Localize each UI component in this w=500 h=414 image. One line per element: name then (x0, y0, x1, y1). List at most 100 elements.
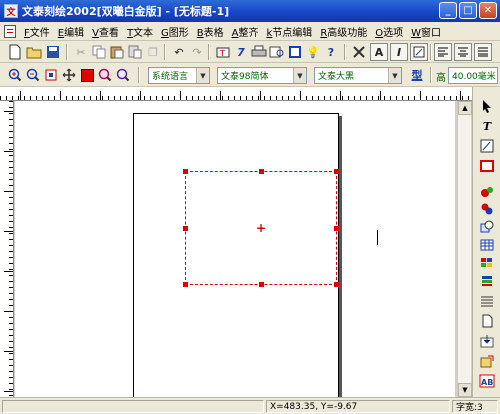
resize-handle[interactable] (183, 282, 188, 287)
text-frame-icon[interactable]: T (214, 43, 232, 61)
font-style-select[interactable]: 文泰大黑 ▼ (314, 67, 402, 84)
italic-icon[interactable]: I (390, 43, 408, 61)
abc-text-tool-icon[interactable]: AB (477, 372, 497, 390)
frame-icon[interactable] (286, 43, 304, 61)
format-toolbar: 系统语言 ▼ 文泰98简体 ▼ 文泰大黑 ▼ 型 高 40.00毫米 (0, 63, 500, 87)
resize-handle[interactable] (334, 282, 339, 287)
menu-window[interactable]: W窗口 (407, 24, 445, 39)
center-cross-icon: + (256, 221, 267, 235)
chevron-down-icon[interactable]: ▼ (293, 68, 306, 83)
align-left-icon[interactable] (434, 43, 452, 61)
copy-icon[interactable] (90, 43, 108, 61)
scroll-up-icon[interactable]: ▲ (458, 101, 472, 115)
vertical-scrollbar[interactable]: ▲ ▼ (457, 101, 472, 397)
height-input[interactable]: 40.00毫米 (448, 67, 498, 84)
color-swatch-icon[interactable] (78, 66, 96, 84)
pan-icon[interactable] (60, 66, 78, 84)
import-tool-icon[interactable] (477, 332, 497, 350)
zoom-fit-icon[interactable] (114, 66, 132, 84)
menu-file[interactable]: F文件 (20, 24, 54, 39)
chevron-down-icon[interactable]: ▼ (196, 68, 209, 83)
scroll-down-icon[interactable]: ▼ (458, 383, 472, 397)
status-bar: X=483.35, Y=-9.67 字宽:3 (0, 397, 500, 414)
undo-icon[interactable]: ↶ (170, 43, 188, 61)
text-tool-icon[interactable]: T (477, 117, 497, 135)
vertical-ruler (0, 101, 14, 397)
menu-edit[interactable]: E编辑 (54, 24, 88, 39)
zoom-page-icon[interactable] (42, 66, 60, 84)
horizontal-ruler (0, 87, 472, 101)
redo-icon[interactable]: ↷ (188, 43, 206, 61)
chevron-down-icon[interactable]: ▼ (388, 68, 401, 83)
zoom-in-icon[interactable] (6, 66, 24, 84)
node-edit-tool-icon[interactable] (477, 137, 497, 155)
status-message (2, 400, 264, 413)
resize-handle[interactable] (334, 169, 339, 174)
menu-table[interactable]: B表格 (193, 24, 228, 39)
resize-handle[interactable] (259, 169, 264, 174)
lines-tool-icon[interactable] (477, 292, 497, 310)
menu-bar: F文件 E编辑 V查看 T文本 G图形 B表格 A整齐 k节点编辑 R高级功能 … (0, 22, 500, 41)
preview-icon[interactable] (268, 43, 286, 61)
rotate-text-icon[interactable] (410, 43, 428, 61)
font-set-value: 系统语言 (152, 72, 189, 82)
maximize-button[interactable]: □ (459, 2, 477, 19)
vertical-text-icon[interactable]: 7 (232, 43, 250, 61)
node-tool-icon[interactable] (350, 43, 368, 61)
menu-advanced[interactable]: R高级功能 (316, 24, 371, 39)
drawing-canvas[interactable]: + (15, 101, 455, 397)
zoom-out-icon[interactable] (24, 66, 42, 84)
menu-text[interactable]: T文本 (123, 24, 157, 39)
text-a-icon[interactable]: A (370, 43, 388, 61)
paste-special-icon[interactable] (126, 43, 144, 61)
new-file-icon[interactable] (6, 43, 24, 61)
document-icon[interactable] (4, 24, 16, 38)
coordinates-readout: X=483.35, Y=-9.67 (266, 400, 450, 413)
menu-node-edit[interactable]: k节点编辑 (263, 24, 317, 39)
height-label: 高 (436, 73, 446, 84)
menu-graphics[interactable]: G图形 (157, 24, 193, 39)
svg-text:T: T (219, 49, 225, 58)
table-tool-icon[interactable] (477, 236, 497, 254)
svg-text:AB: AB (481, 378, 493, 387)
standard-toolbar: ✂ ❐ ↶ ↷ T 7 💡 ? A I (0, 41, 500, 63)
font-style-value: 文泰大黑 (318, 72, 355, 82)
bulb-icon[interactable]: 💡 (304, 43, 322, 61)
minimize-button[interactable]: _ (439, 2, 457, 19)
help-icon[interactable]: ? (322, 43, 340, 61)
pointer-tool-icon[interactable] (477, 97, 497, 115)
paste-icon[interactable] (108, 43, 126, 61)
font-set-select[interactable]: 系统语言 ▼ (148, 67, 210, 84)
zoom-select-icon[interactable] (96, 66, 114, 84)
export-tool-icon[interactable] (477, 352, 497, 370)
text-cursor (377, 230, 378, 245)
close-button[interactable]: ✕ (479, 2, 497, 19)
app-icon: 文 (4, 4, 18, 18)
title-bar: 文 文泰刻绘2002[双曦白金版] - [无标题-1] _ □ ✕ (0, 0, 500, 22)
print-icon[interactable] (250, 43, 268, 61)
menu-options[interactable]: O选项 (371, 24, 407, 39)
cut-icon[interactable]: ✂ (72, 43, 90, 61)
resize-handle[interactable] (259, 282, 264, 287)
resize-handle[interactable] (334, 226, 339, 231)
fill-tool-icon[interactable] (477, 182, 497, 200)
align-center-icon[interactable] (454, 43, 472, 61)
clone-icon[interactable]: ❐ (144, 43, 162, 61)
palette-tool-icon[interactable] (477, 254, 497, 272)
menu-view[interactable]: V查看 (88, 24, 123, 39)
font-name-select[interactable]: 文泰98简体 ▼ (217, 67, 307, 84)
page-tool-icon[interactable] (477, 312, 497, 330)
window-title: 文泰刻绘2002[双曦白金版] - [无标题-1] (22, 5, 230, 18)
resize-handle[interactable] (183, 169, 188, 174)
resize-handle[interactable] (183, 226, 188, 231)
shape-tool-icon[interactable] (477, 218, 497, 236)
layers-tool-icon[interactable] (477, 272, 497, 290)
shape-button[interactable]: 型 (408, 66, 426, 84)
rectangle-tool-icon[interactable] (477, 157, 497, 175)
tool-palette: T AB (472, 87, 500, 397)
color-tool-icon[interactable] (477, 200, 497, 218)
open-folder-icon[interactable] (25, 43, 43, 61)
save-icon[interactable] (44, 43, 62, 61)
menu-align[interactable]: A整齐 (228, 24, 263, 39)
align-justify-icon[interactable] (474, 43, 492, 61)
